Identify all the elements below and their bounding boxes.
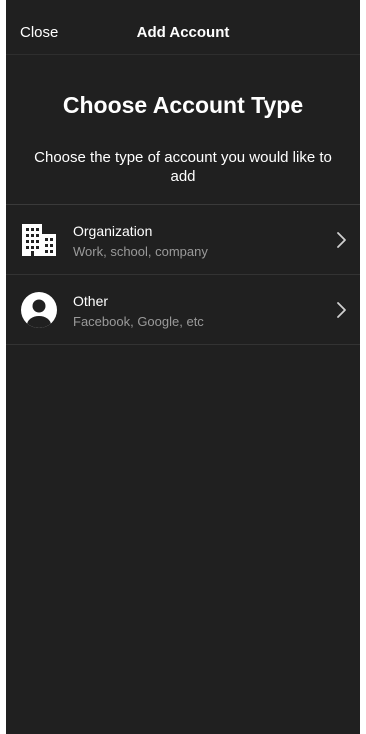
organization-title: Organization <box>73 223 153 239</box>
page-title: Choose Account Type <box>62 92 304 118</box>
navbar-title: Add Account <box>136 24 230 41</box>
organization-account-row[interactable]: Organization Work, school, company <box>6 205 360 275</box>
page-subtitle: Choose the type of account you would lik… <box>34 149 332 185</box>
organization-subtitle: Work, school, company <box>73 244 208 259</box>
other-account-row[interactable]: Other Facebook, Google, etc <box>6 275 360 345</box>
chevron-right-icon <box>334 301 348 319</box>
other-subtitle: Facebook, Google, etc <box>73 314 204 329</box>
account-type-list: Organization Work, school, company Other… <box>6 204 360 345</box>
chevron-right-icon <box>334 231 348 249</box>
building-icon <box>20 221 58 259</box>
add-account-screen: Close Add Account Choose Account Type Ch… <box>6 0 360 734</box>
navigation-bar: Close Add Account <box>6 12 360 55</box>
other-title: Other <box>73 293 109 309</box>
person-circle-icon <box>20 291 58 329</box>
